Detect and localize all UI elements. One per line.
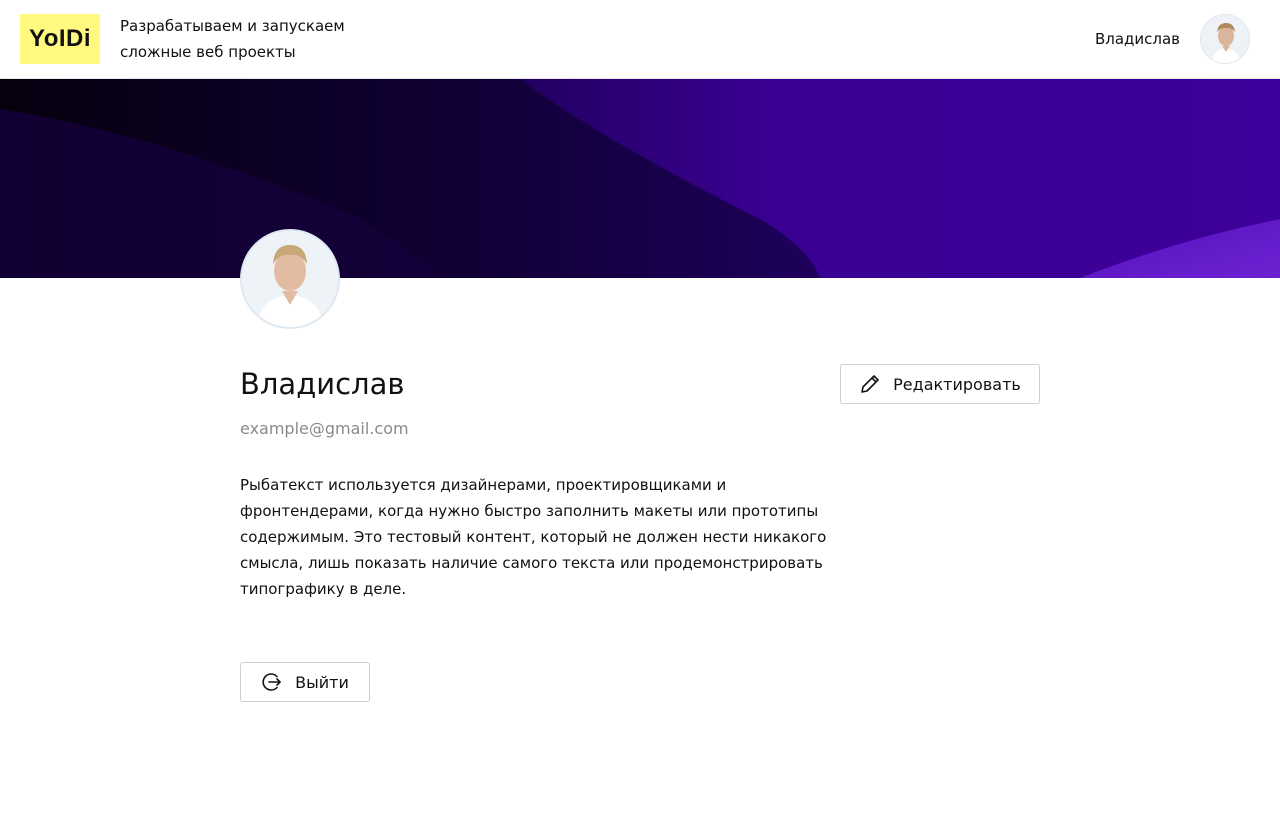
avatar-photo [1201, 15, 1249, 63]
profile-about: Рыбатекст используется дизайнерами, прое… [240, 476, 827, 598]
pencil-icon [859, 373, 881, 395]
banner-background [0, 79, 1280, 278]
site-header: YoIDi Разрабатываем и запускаем сложные … [0, 0, 1280, 79]
profile-avatar[interactable] [240, 229, 340, 329]
logout-icon [261, 671, 283, 693]
profile-banner [0, 79, 1280, 278]
edit-profile-button[interactable]: Редактировать [840, 364, 1040, 404]
logout-button[interactable]: Выйти [240, 662, 370, 702]
header-avatar[interactable] [1200, 14, 1250, 64]
avatar-photo [242, 231, 338, 327]
header-user-name[interactable]: Владислав [1095, 29, 1180, 49]
tagline: Разрабатываем и запускаем сложные веб пр… [120, 17, 345, 61]
logout-label: Выйти [295, 672, 349, 692]
profile-email: example@gmail.com [240, 419, 409, 438]
edit-profile-label: Редактировать [893, 374, 1021, 394]
profile-name: Владислав [240, 367, 405, 401]
logo[interactable]: YoIDi [20, 14, 100, 64]
